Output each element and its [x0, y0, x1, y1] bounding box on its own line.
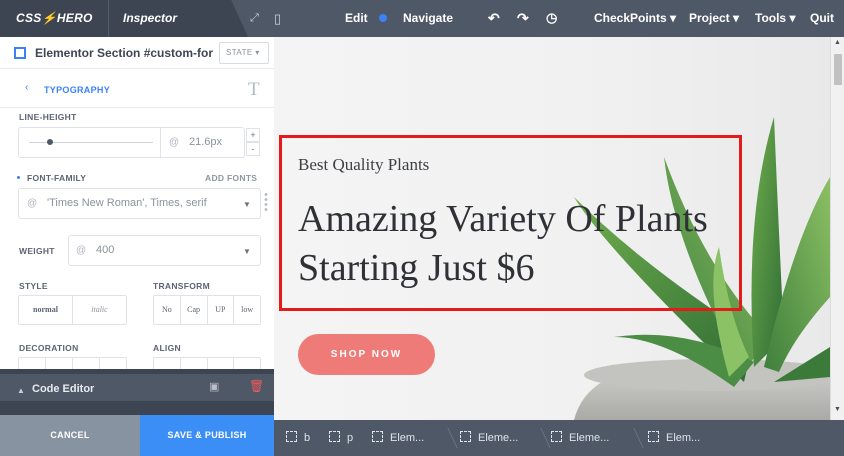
modified-indicator: [17, 176, 20, 179]
style-options: normal italic: [18, 295, 127, 325]
align-label: ALIGN: [153, 343, 181, 353]
edit-navigate-toggle[interactable]: [375, 12, 391, 24]
line-height-control: @ 21.6px: [18, 127, 245, 158]
breadcrumb-item[interactable]: p: [329, 420, 353, 456]
redo-icon[interactable]: ↷: [517, 0, 529, 36]
drag-handle-icon[interactable]: [264, 192, 268, 212]
align-options[interactable]: [153, 357, 261, 369]
weight-label: WEIGHT: [19, 246, 55, 256]
divider: [160, 128, 161, 157]
breadcrumb-label: Elem...: [390, 432, 425, 444]
trash-icon[interactable]: 🗑: [249, 379, 264, 393]
at-symbol: @: [169, 137, 180, 148]
save-icon[interactable]: ▣: [209, 380, 219, 393]
menu-project[interactable]: Project ▾: [689, 0, 739, 36]
typography-section-header[interactable]: ‹ TYPOGRAPHY T: [0, 70, 274, 108]
menu-tools[interactable]: Tools ▾: [755, 0, 795, 36]
selector-icon: [14, 47, 26, 59]
menu-checkpoints[interactable]: CheckPoints ▾: [594, 0, 676, 36]
weight-select[interactable]: @ 400 ▼: [68, 235, 261, 266]
element-icon: [286, 431, 297, 442]
style-normal-button[interactable]: normal: [19, 296, 73, 324]
element-icon: [460, 431, 471, 442]
font-family-label: FONT-FAMILY: [27, 173, 87, 183]
panel-footer: CANCEL SAVE & PUBLISH: [0, 415, 274, 456]
history-icon[interactable]: ◷: [546, 0, 557, 36]
preview-scrollbar[interactable]: ▲ ▼: [830, 37, 844, 420]
breadcrumb-item[interactable]: Eleme...: [551, 420, 609, 456]
breadcrumb-item[interactable]: Elem...: [372, 420, 424, 456]
line-height-value[interactable]: 21.6px: [189, 136, 222, 148]
inspector-tab[interactable]: Inspector: [108, 0, 248, 37]
top-toolbar: CSS⚡HERO Inspector ⤢ ▯ Edit Navigate ↶ ↷…: [0, 0, 844, 37]
chevron-left-icon[interactable]: ‹: [25, 82, 28, 93]
shop-now-button[interactable]: SHOP NOW: [298, 334, 435, 375]
add-fonts-link[interactable]: ADD FONTS: [205, 173, 257, 183]
transform-lowercase-button[interactable]: low: [234, 296, 260, 324]
decoration-label: DECORATION: [19, 343, 79, 353]
undo-icon[interactable]: ↶: [488, 0, 500, 36]
selector-title[interactable]: Elementor Section #custom-for: [35, 46, 215, 60]
breadcrumb-item[interactable]: Elem...: [648, 420, 700, 456]
expand-icon[interactable]: ⤢: [250, 0, 259, 37]
scroll-up-icon[interactable]: ▲: [834, 39, 841, 46]
hero-subtitle[interactable]: Best Quality Plants: [298, 155, 429, 175]
typography-icon: T: [248, 79, 260, 100]
selector-header: Elementor Section #custom-for STATE ▾: [0, 37, 274, 69]
state-dropdown[interactable]: STATE ▾: [219, 42, 269, 64]
navigate-mode-label[interactable]: Navigate: [403, 0, 453, 36]
at-symbol: @: [27, 198, 38, 209]
menu-quit[interactable]: Quit: [810, 0, 834, 36]
breadcrumb-label: Eleme...: [478, 432, 519, 444]
breadcrumb-label: p: [347, 432, 354, 444]
element-icon: [551, 431, 562, 442]
breadcrumb-label: Elem...: [666, 432, 701, 444]
increment-button[interactable]: +: [246, 128, 260, 142]
element-icon: [372, 431, 383, 442]
cancel-button[interactable]: CANCEL: [0, 415, 140, 456]
line-height-slider-handle[interactable]: [47, 139, 54, 145]
decrement-button[interactable]: -: [246, 142, 260, 156]
scroll-down-icon[interactable]: ▼: [834, 406, 841, 413]
decoration-options[interactable]: [18, 357, 127, 369]
inspector-scroll-area[interactable]: Elementor Section #custom-for STATE ▾ ‹ …: [0, 37, 274, 369]
element-icon: [329, 431, 340, 442]
transform-uppercase-button[interactable]: UP: [208, 296, 235, 324]
section-title: TYPOGRAPHY: [44, 85, 111, 95]
font-family-select[interactable]: @ 'Times New Roman', Times, serif ▼: [18, 188, 261, 219]
element-icon: [648, 431, 659, 442]
hero-title[interactable]: Amazing Variety Of Plants Starting Just …: [298, 195, 738, 293]
breadcrumb-label: b: [304, 432, 311, 444]
code-editor-title[interactable]: Code Editor: [32, 383, 94, 395]
transform-none-button[interactable]: No: [154, 296, 181, 324]
chevron-down-icon: ▼: [243, 200, 251, 209]
chevron-down-icon: ▼: [243, 247, 251, 256]
mobile-view-icon[interactable]: ▯: [274, 0, 281, 37]
line-height-label: LINE-HEIGHT: [19, 112, 77, 122]
font-family-value: 'Times New Roman', Times, serif: [47, 197, 207, 209]
transform-capitalize-button[interactable]: Cap: [181, 296, 208, 324]
style-italic-button[interactable]: italic: [73, 296, 126, 324]
toggle-dot: [379, 14, 387, 22]
code-editor-bar[interactable]: ▲ Code Editor ▣ 🗑: [0, 369, 274, 420]
weight-value: 400: [96, 244, 115, 256]
breadcrumb: b p Elem... Eleme... Eleme... Elem...: [274, 420, 844, 456]
cshero-logo-tab[interactable]: CSS⚡HERO: [0, 0, 108, 37]
transform-options: No Cap UP low: [153, 295, 261, 325]
edit-mode-label[interactable]: Edit: [345, 0, 368, 36]
breadcrumb-label: Eleme...: [569, 432, 610, 444]
save-publish-button[interactable]: SAVE & PUBLISH: [140, 415, 274, 456]
at-symbol: @: [76, 245, 87, 256]
page-preview[interactable]: Best Quality Plants Amazing Variety Of P…: [274, 37, 830, 420]
breadcrumb-item[interactable]: b: [286, 420, 310, 456]
transform-label: TRANSFORM: [153, 281, 210, 291]
inspector-panel: Elementor Section #custom-for STATE ▾ ‹ …: [0, 37, 274, 420]
style-label: STYLE: [19, 281, 48, 291]
breadcrumb-item[interactable]: Eleme...: [460, 420, 518, 456]
chevron-up-icon[interactable]: ▲: [17, 386, 25, 395]
scroll-thumb[interactable]: [834, 54, 842, 85]
